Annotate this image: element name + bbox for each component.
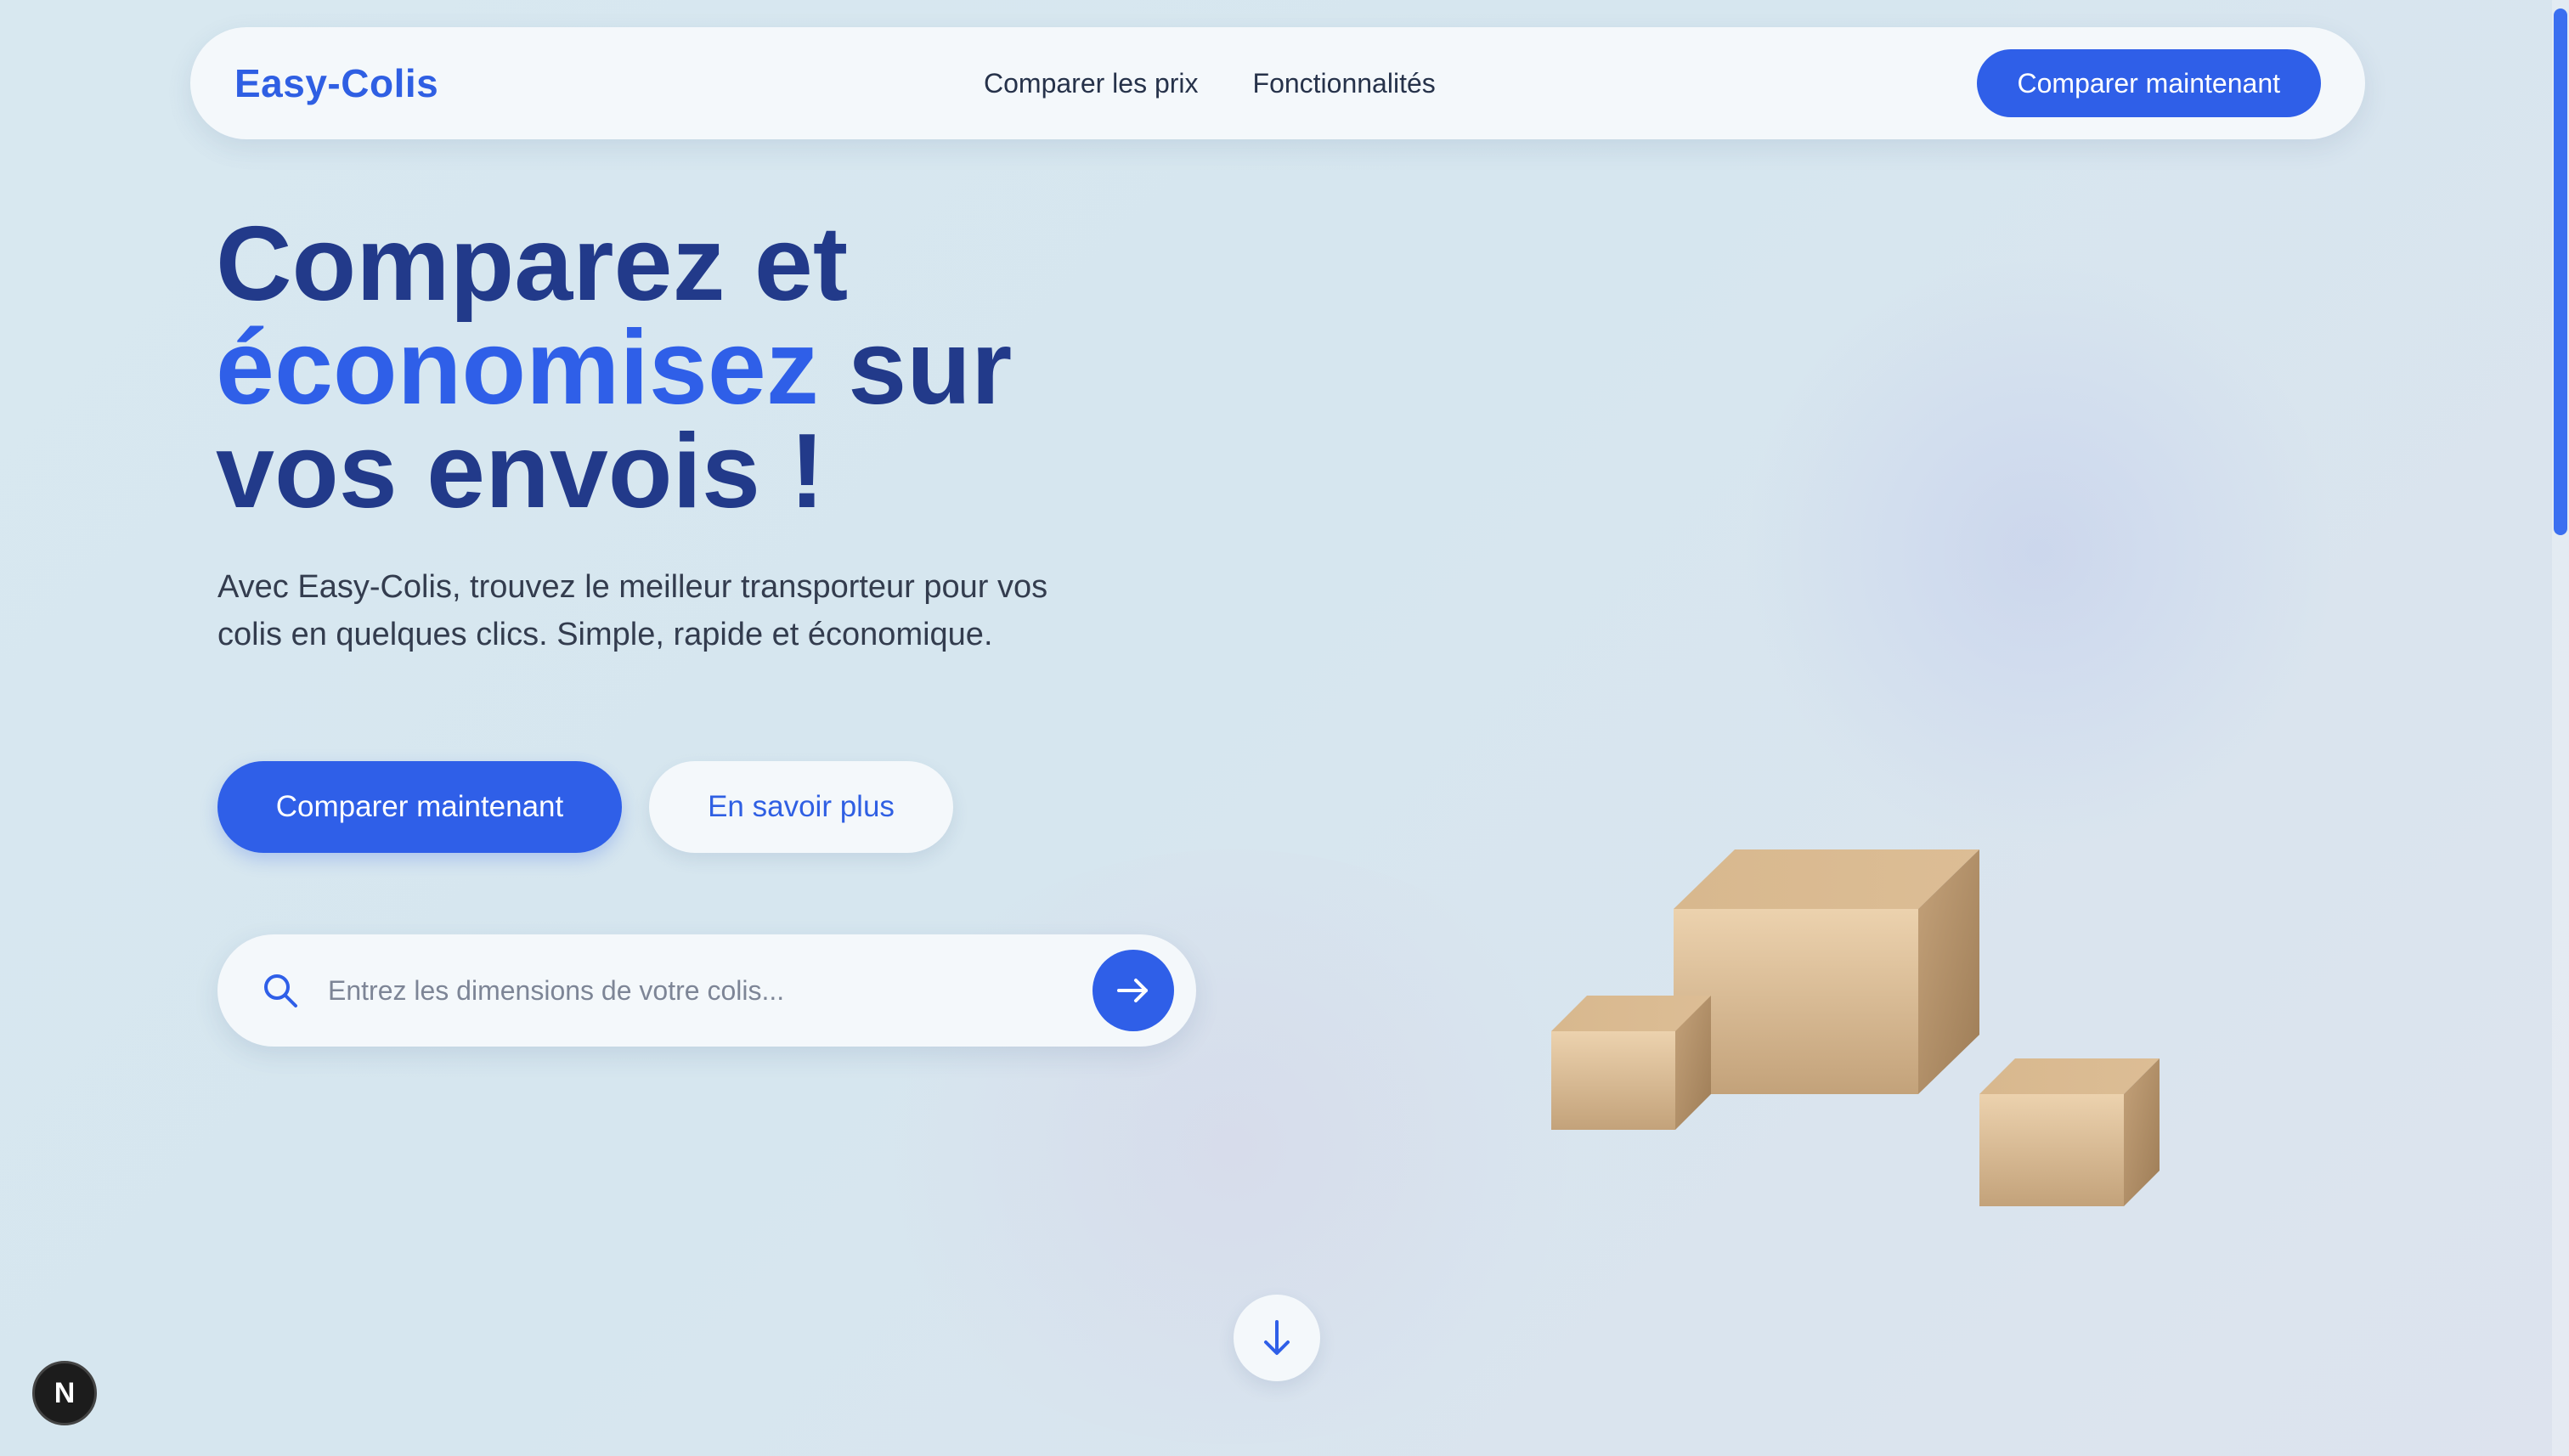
- hero-title-line3: vos envois !: [216, 413, 825, 530]
- arrow-down-icon: [1264, 1320, 1290, 1355]
- nav-link-features[interactable]: Fonctionnalités: [1253, 68, 1436, 99]
- learn-more-button[interactable]: En savoir plus: [649, 761, 953, 853]
- scrollbar-thumb[interactable]: [2554, 8, 2567, 535]
- hero-title: Comparez et économisez sur vos envois !: [216, 212, 1235, 524]
- search-bar: [217, 934, 1196, 1047]
- search-icon: [264, 974, 297, 1007]
- brand-logo[interactable]: Easy-Colis: [234, 60, 438, 106]
- search-submit-button[interactable]: [1093, 950, 1174, 1031]
- dev-tools-badge[interactable]: N: [32, 1361, 97, 1425]
- navbar: Easy-Colis Comparer les prix Fonctionnal…: [190, 27, 2365, 139]
- compare-now-button[interactable]: Comparer maintenant: [217, 761, 622, 853]
- hero-title-accent: économisez: [216, 309, 819, 426]
- small-box-right: [1979, 1058, 2160, 1206]
- search-input[interactable]: [328, 965, 1025, 1016]
- nav-compare-now-button[interactable]: Comparer maintenant: [1976, 49, 2321, 117]
- nav-links: Comparer les prix Fonctionnalités: [984, 27, 1436, 139]
- nav-link-compare-prices[interactable]: Comparer les prix: [984, 68, 1199, 99]
- parcel-boxes-illustration: [1551, 849, 2160, 1206]
- scroll-down-button[interactable]: [1234, 1295, 1320, 1381]
- background-glow: [1742, 255, 2336, 849]
- hero-subtitle: Avec Easy-Colis, trouvez le meilleur tra…: [217, 569, 1048, 652]
- arrow-right-icon: [1117, 979, 1148, 1002]
- large-box: [1674, 849, 1979, 1094]
- hero-title-line1: Comparez et: [216, 206, 849, 323]
- small-box-left: [1551, 996, 1711, 1130]
- scrollbar[interactable]: [2552, 0, 2569, 1456]
- hero-title-line2-rest: sur: [818, 309, 1013, 426]
